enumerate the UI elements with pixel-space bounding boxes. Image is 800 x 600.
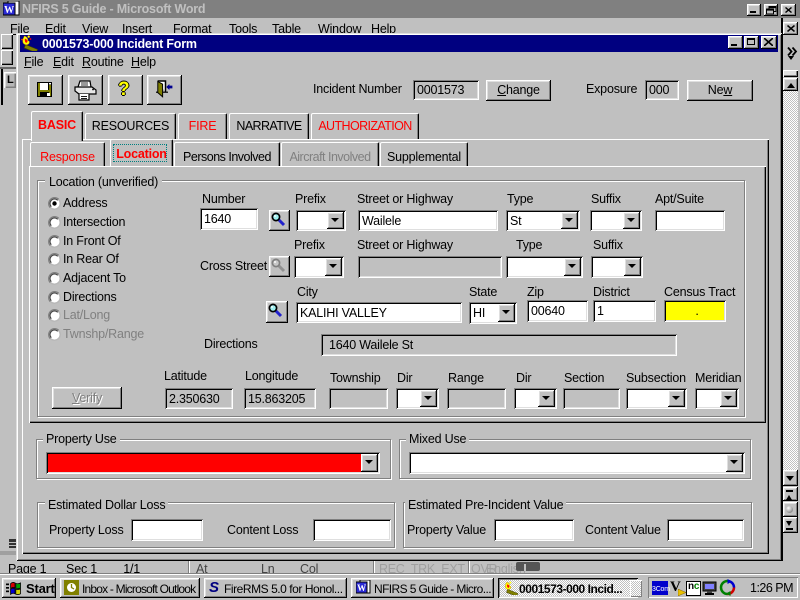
svg-text:W: W xyxy=(4,5,14,16)
svg-text:W: W xyxy=(357,583,366,593)
